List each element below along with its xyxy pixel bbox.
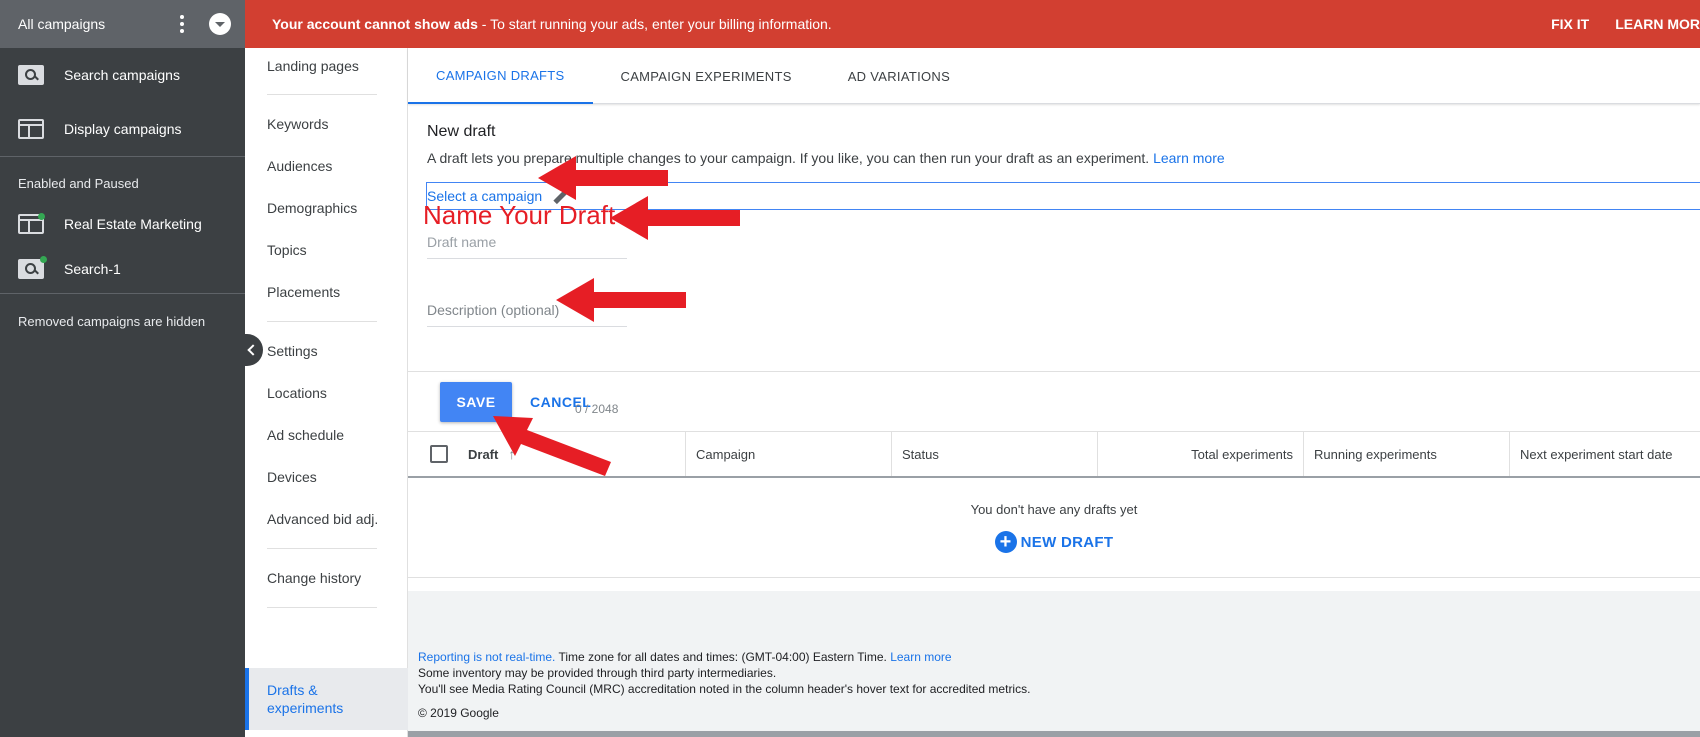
nav-search-campaigns[interactable]: Search campaigns [0, 48, 245, 102]
tab-ad-variations[interactable]: AD VARIATIONS [820, 48, 978, 104]
new-draft-card: New draft A draft lets you prepare multi… [408, 104, 1700, 416]
dropdown-icon[interactable] [209, 13, 231, 35]
footer-learn-more[interactable]: Learn more [890, 650, 951, 664]
alert-bold: Your account cannot show ads [272, 16, 478, 32]
col-status[interactable]: Status [892, 432, 1098, 476]
nav-display-campaigns[interactable]: Display campaigns [0, 102, 245, 156]
status-dot [38, 213, 45, 220]
copyright: © 2019 Google [418, 706, 499, 720]
fix-it-link[interactable]: FIX IT [1551, 16, 1589, 32]
nav-audiences[interactable]: Audiences [245, 145, 407, 187]
col-running-experiments[interactable]: Running experiments [1304, 432, 1510, 476]
campaign-panel: All campaigns Search campaigns Display c… [0, 0, 245, 737]
campaign-search-1[interactable]: Search-1 [0, 245, 245, 293]
annotation-arrow-description [556, 278, 686, 322]
nav-keywords[interactable]: Keywords [245, 103, 407, 145]
annotation-arrow-name [610, 196, 740, 240]
nav-drafts-experiments-label: Drafts & experiments [267, 682, 344, 716]
chevron-left-icon [246, 344, 259, 356]
divider [267, 607, 377, 608]
col-total-experiments[interactable]: Total experiments [1098, 432, 1304, 476]
nav-change-history[interactable]: Change history [245, 557, 407, 599]
search-campaign-icon [18, 256, 47, 279]
nav-search-campaigns-label: Search campaigns [64, 67, 180, 83]
billing-alert-bar: Your account cannot show ads - To start … [245, 0, 1700, 48]
empty-message: You don't have any drafts yet [970, 502, 1138, 517]
page-footer: Reporting is not real-time. Time zone fo… [408, 591, 1700, 737]
nav-demographics[interactable]: Demographics [245, 187, 407, 229]
horizontal-scrollbar[interactable] [408, 731, 1700, 737]
annotation-arrow-save [493, 416, 611, 476]
nav-drafts-experiments[interactable]: Drafts & experiments [245, 668, 408, 730]
status-dot [40, 256, 47, 263]
col-next-start-date[interactable]: Next experiment start date [1510, 432, 1700, 476]
alert-text: - To start running your ads, enter your … [477, 16, 832, 32]
add-circle-icon: + [994, 531, 1017, 553]
nav-devices[interactable]: Devices [245, 456, 407, 498]
more-vert-icon[interactable] [171, 13, 193, 35]
main-content: CAMPAIGN DRAFTS CAMPAIGN EXPERIMENTS AD … [408, 48, 1700, 737]
nav-landing-pages[interactable]: Landing pages [245, 48, 407, 86]
footer-reporting: Reporting is not real-time. Time zone fo… [418, 650, 952, 664]
footer-inventory: Some inventory may be provided through t… [418, 666, 777, 680]
campaign-real-estate-label: Real Estate Marketing [64, 216, 202, 232]
select-all-checkbox[interactable] [430, 445, 448, 463]
new-draft-button[interactable]: + NEW DRAFT [994, 531, 1114, 553]
draft-name-input[interactable]: Draft name [427, 234, 627, 259]
nav-ad-schedule[interactable]: Ad schedule [245, 414, 407, 456]
display-campaign-icon [18, 213, 45, 234]
nav-advanced-bid[interactable]: Advanced bid adj. [245, 498, 407, 540]
tab-campaign-drafts[interactable]: CAMPAIGN DRAFTS [408, 48, 593, 104]
col-campaign[interactable]: Campaign [686, 432, 892, 476]
nav-topics[interactable]: Topics [245, 229, 407, 271]
search-campaign-icon [18, 65, 44, 85]
removed-note: Removed campaigns are hidden [18, 314, 206, 329]
campaign-panel-header: All campaigns [0, 0, 245, 48]
learn-more-link[interactable]: LEARN MOR [1615, 16, 1700, 32]
campaign-real-estate[interactable]: Real Estate Marketing [0, 203, 245, 245]
nav-settings[interactable]: Settings [245, 330, 407, 372]
nav-locations[interactable]: Locations [245, 372, 407, 414]
display-campaign-icon [18, 119, 44, 139]
annotation-name-your-draft: Name Your Draft [423, 200, 616, 230]
nav-placements[interactable]: Placements [245, 271, 407, 313]
footer-mrc: You'll see Media Rating Council (MRC) ac… [418, 682, 1031, 696]
new-draft-title: New draft [427, 123, 496, 140]
campaign-search-1-label: Search-1 [64, 261, 121, 277]
new-draft-label: NEW DRAFT [1020, 533, 1114, 551]
reporting-link[interactable]: Reporting is not real-time. [418, 650, 555, 664]
learn-more-link[interactable]: Learn more [1153, 150, 1225, 166]
tab-campaign-experiments[interactable]: CAMPAIGN EXPERIMENTS [593, 48, 820, 104]
group-label: Enabled and Paused [18, 176, 139, 191]
nav-display-campaigns-label: Display campaigns [64, 121, 182, 137]
page-nav: Landing pages Keywords Audiences Demogra… [245, 48, 408, 737]
annotation-arrow-campaign [538, 156, 668, 200]
empty-state: You don't have any drafts yet + NEW DRAF… [408, 478, 1700, 578]
alert-message: Your account cannot show ads - To start … [272, 16, 1551, 32]
char-counter: 0 / 2048 [575, 402, 619, 416]
all-campaigns-title[interactable]: All campaigns [18, 16, 171, 32]
tab-bar: CAMPAIGN DRAFTS CAMPAIGN EXPERIMENTS AD … [408, 48, 1700, 104]
